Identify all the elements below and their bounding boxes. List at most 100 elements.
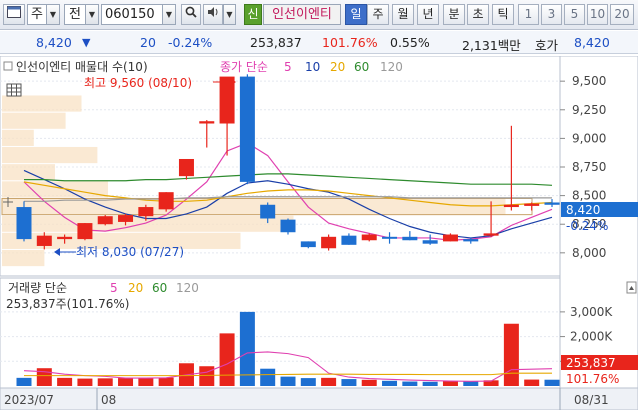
stock-code-dropdown-arrow-icon[interactable]: ▼ xyxy=(163,4,176,25)
interval-button-1[interactable]: 1 xyxy=(518,4,539,25)
stock-code-input[interactable]: 060150 xyxy=(101,4,163,25)
period-tab-day[interactable]: 일 xyxy=(345,4,367,25)
sound-button[interactable] xyxy=(203,4,223,25)
volume-profile-bar xyxy=(2,198,506,215)
price-tick-label: 8,750 xyxy=(572,160,606,174)
search-kind-select[interactable]: 전 xyxy=(64,4,86,25)
volume-profile-bar xyxy=(2,181,108,198)
volume-bar xyxy=(442,381,458,386)
date-axis-month: 08 xyxy=(101,393,116,407)
volume-bar xyxy=(402,381,418,386)
period-tab-tick[interactable]: 틱 xyxy=(492,4,514,25)
price-tick-label: 8,500 xyxy=(572,189,606,203)
candle-body xyxy=(260,204,276,219)
volume-bar xyxy=(422,381,438,386)
stock-chart-canvas[interactable]: 9,5009,2509,0008,7508,5008,2508,000 3,00… xyxy=(0,55,638,410)
volume-bar xyxy=(138,377,154,386)
volume-bar xyxy=(158,377,174,386)
candle-body xyxy=(97,216,113,225)
ma-20-label: 20 xyxy=(330,60,345,74)
market-select[interactable]: 주 xyxy=(27,4,47,25)
candle-body xyxy=(544,202,560,205)
price-tick-label: 9,500 xyxy=(572,74,606,88)
volume-panel-title: 거래량 단순 xyxy=(8,281,67,295)
volume-profile-bar xyxy=(2,112,66,129)
volume-bar xyxy=(118,378,134,386)
grid-toggle-icon[interactable] xyxy=(6,83,22,97)
candle-body xyxy=(442,234,458,242)
speaker-icon xyxy=(207,7,217,17)
volume-ma-60-label: 60 xyxy=(152,281,167,295)
volume-bar xyxy=(77,378,93,386)
candle-body xyxy=(239,76,255,182)
volume-ma-20-label: 20 xyxy=(128,281,143,295)
volume-bar xyxy=(199,366,215,386)
price-tick-label: 8,000 xyxy=(572,246,606,260)
price-tick-label: 9,000 xyxy=(572,131,606,145)
period-tab-month[interactable]: 월 xyxy=(392,4,414,25)
ma-label: 종가 단순 xyxy=(220,60,268,74)
low-annotation: 최저 8,030 (07/27) xyxy=(76,245,184,259)
price-change: 20 xyxy=(140,35,156,50)
volume-bar xyxy=(16,377,32,386)
candle-body xyxy=(341,235,357,245)
candle-body xyxy=(402,236,418,241)
volume-profile-bar xyxy=(2,95,82,112)
volume-bar xyxy=(300,378,316,386)
volume-bar xyxy=(321,377,337,386)
interval-button-5[interactable]: 5 xyxy=(564,4,585,25)
volume-summary: 253,837주(101.76%) xyxy=(6,297,129,311)
volume-profile-bar xyxy=(2,146,98,164)
candle-body xyxy=(422,240,438,244)
chart-toolbar: 주 ▼ 전 ▼ 060150 ▼ ▼ 신 인선이엔티 일 주 월 년 분 초 틱… xyxy=(0,0,638,30)
current-volume-pct-text: 101.76% xyxy=(566,372,619,386)
volume-bar xyxy=(97,378,113,386)
period-tab-year[interactable]: 년 xyxy=(417,4,439,25)
date-axis-end: 08/31 xyxy=(574,393,609,407)
bid-label: 호가 xyxy=(535,38,559,53)
candle-body xyxy=(300,241,316,248)
volume-bar xyxy=(341,379,357,386)
candle-body xyxy=(118,215,134,222)
current-volume-tag-text: 253,837 xyxy=(566,356,616,370)
panel-collapse-box-icon[interactable] xyxy=(3,61,13,71)
candle-body xyxy=(16,207,32,240)
period-tab-second[interactable]: 초 xyxy=(467,4,489,25)
candle-body xyxy=(199,121,215,124)
date-axis-start: 2023/07 xyxy=(4,393,54,407)
volume-tick-label: 2,000K xyxy=(570,330,613,344)
period-tab-week[interactable]: 주 xyxy=(367,4,389,25)
search-kind-dropdown-arrow-icon[interactable]: ▼ xyxy=(86,4,99,25)
current-price-tag-text: 8,420 xyxy=(566,203,600,217)
high-annotation: 최고 9,560 (08/10) xyxy=(84,76,192,90)
volume-ratio: 101.76% xyxy=(322,35,378,50)
chart-area: 9,500 9,250 9,000 8,750 8,500 8,250 8,000 3,00… xyxy=(0,55,638,410)
candle-body xyxy=(36,235,52,246)
candle-body xyxy=(178,158,194,177)
volume-bar xyxy=(260,368,276,386)
interval-button-20[interactable]: 20 xyxy=(610,4,634,25)
candle-body xyxy=(524,203,540,206)
candle-body xyxy=(138,207,154,217)
candle-body xyxy=(158,192,174,210)
volume-profile-bar xyxy=(2,249,45,267)
candle-body xyxy=(361,234,377,241)
market-dropdown-arrow-icon[interactable]: ▼ xyxy=(47,4,60,25)
chart-menu-icon[interactable] xyxy=(3,4,25,25)
stock-name-display: 인선이엔티 xyxy=(263,4,341,25)
volume-tick-label: 3,000K xyxy=(570,305,613,319)
triangle-down-icon: ▼ xyxy=(82,36,91,49)
credit-badge: 신 xyxy=(244,4,262,25)
candle-body xyxy=(280,219,296,233)
price-change-percent: -0.24% xyxy=(168,35,213,50)
search-button[interactable] xyxy=(181,4,201,25)
volume-bar xyxy=(219,333,235,386)
ma-60-label: 60 xyxy=(354,60,369,74)
candle-body xyxy=(77,223,93,240)
volume-value: 253,837 xyxy=(250,35,302,50)
interval-button-3[interactable]: 3 xyxy=(541,4,562,25)
candle-body xyxy=(57,236,73,240)
period-tab-minute[interactable]: 분 xyxy=(443,4,465,25)
sound-dropdown-arrow-icon[interactable]: ▼ xyxy=(223,4,236,25)
interval-button-10[interactable]: 10 xyxy=(587,4,608,25)
